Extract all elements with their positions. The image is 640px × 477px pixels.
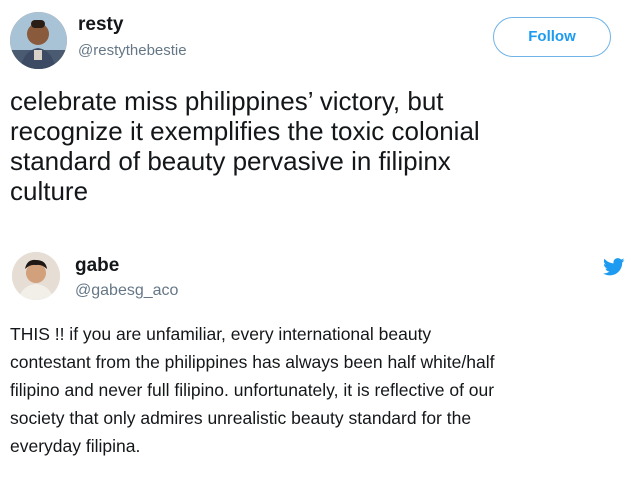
twitter-bird-icon <box>603 258 625 276</box>
user-name[interactable]: gabe <box>75 255 119 277</box>
tweet-text: celebrate miss philippines’ victory, but… <box>10 86 480 206</box>
main-tweet: resty @restythebestie Follow celebrate m… <box>0 0 640 240</box>
tweet-text: THIS !! if you are unfamiliar, every int… <box>10 324 495 456</box>
user-handle[interactable]: @restythebestie <box>78 42 187 59</box>
user-avatar[interactable] <box>10 12 67 69</box>
user-avatar[interactable] <box>12 252 60 300</box>
user-name[interactable]: resty <box>78 14 123 36</box>
user-handle[interactable]: @gabesg_aco <box>75 282 178 300</box>
follow-button[interactable]: Follow <box>493 17 611 57</box>
